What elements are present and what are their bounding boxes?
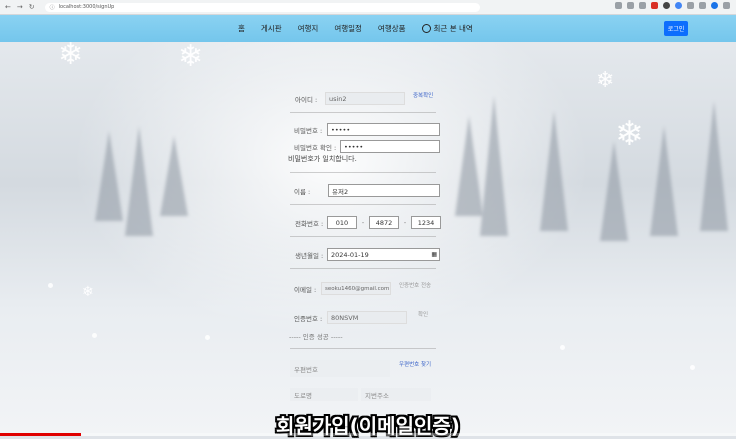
birthdate-value: 2024-01-19 — [331, 250, 369, 259]
name-input[interactable]: 유저2 — [328, 184, 440, 197]
extension-icon-2[interactable] — [663, 2, 670, 9]
address-text: localhost:3000/signUp — [58, 4, 115, 10]
tree-shape — [95, 131, 123, 221]
tree-shape — [160, 136, 188, 216]
extension-icon-3[interactable] — [675, 2, 682, 9]
divider — [290, 112, 436, 113]
id-check-link[interactable]: 중복확인 — [413, 91, 433, 99]
key-icon[interactable] — [615, 2, 622, 9]
profile-icon[interactable] — [711, 2, 718, 9]
tree-shape — [540, 111, 568, 231]
browser-nav: ← → ↻ — [5, 3, 35, 11]
snowflake-icon: ❄ — [82, 284, 94, 300]
clock-icon — [421, 24, 431, 33]
phone-row: 전화번호 : 010 - 4872 - 1234 — [295, 216, 441, 229]
code-input[interactable]: 80NSVM — [327, 311, 407, 324]
site-navbar: 홈 게시판 여행지 여행일정 여행상품 최근 본 내역 로그인 — [0, 15, 736, 42]
password-row: 비밀번호 : ••••• — [294, 123, 440, 136]
postcode-row: 우편번호 우편번호 찾기 — [290, 360, 431, 377]
name-row: 이름 : 유저2 — [294, 184, 440, 197]
snowflake-icon: ❄ — [615, 114, 644, 154]
site-info-icon[interactable]: ⓘ — [50, 4, 55, 11]
extension-bar — [615, 2, 730, 9]
snowflake-icon: ❄ — [596, 68, 615, 93]
address-bar[interactable]: ⓘ localhost:3000/signUp — [44, 2, 480, 12]
password-match-message: 비밀번호가 일치합니다. — [288, 155, 357, 163]
phone-part-3[interactable]: 1234 — [411, 216, 441, 229]
phone-separator: - — [361, 218, 365, 227]
password-confirm-row: 비밀번호 확인 : ••••• — [294, 140, 440, 153]
snowflake-icon: ❄ — [178, 39, 204, 74]
code-label: 인증번호 : — [294, 314, 323, 323]
menu-icon[interactable] — [723, 2, 730, 9]
nav-item-recent[interactable]: 최근 본 내역 — [421, 23, 473, 34]
id-input[interactable]: usin2 — [325, 92, 405, 105]
postcode-input[interactable]: 우편번호 — [290, 360, 390, 377]
code-confirm-link[interactable]: 확인 — [418, 310, 428, 318]
name-label: 이름 : — [294, 187, 311, 196]
nav-item-destinations[interactable]: 여행지 — [298, 23, 319, 34]
phone-part-1[interactable]: 010 — [327, 216, 357, 229]
reload-icon[interactable]: ↻ — [29, 3, 35, 11]
nav-item-home[interactable]: 홈 — [238, 23, 245, 34]
email-input[interactable]: seoku1460@gmail.com — [321, 282, 391, 295]
id-row: 아이디 : usin2 중복확인 — [295, 92, 433, 105]
birthdate-label: 생년월일 : — [295, 251, 324, 260]
nav-item-schedule[interactable]: 여행일정 — [334, 23, 362, 34]
password-input[interactable]: ••••• — [327, 123, 440, 136]
code-status-text: ----- 인증 성공 ----- — [289, 333, 343, 341]
birthdate-input[interactable]: 2024-01-19 ▦ — [327, 248, 440, 261]
snowflake-icon: ❄ — [58, 37, 84, 72]
sidepanel-icon[interactable] — [699, 2, 706, 9]
code-row: 인증번호 : 80NSVM 확인 — [294, 311, 428, 324]
star-icon[interactable] — [639, 2, 646, 9]
divider — [290, 236, 436, 237]
find-postcode-link[interactable]: 우편번호 찾기 — [399, 360, 431, 368]
send-code-link[interactable]: 인증번호 전송 — [399, 281, 431, 289]
nav-item-products[interactable]: 여행상품 — [378, 23, 406, 34]
code-status-row: ----- 인증 성공 ----- — [289, 331, 343, 341]
calendar-icon[interactable]: ▦ — [431, 251, 437, 258]
snow-dot — [48, 283, 53, 288]
divider — [290, 204, 436, 205]
email-row: 이메일 : seoku1460@gmail.com 인증번호 전송 — [294, 282, 431, 295]
password-label: 비밀번호 : — [294, 126, 323, 135]
tree-shape — [125, 126, 153, 236]
divider — [290, 268, 436, 269]
extension-icon[interactable] — [651, 2, 658, 9]
road-address-input[interactable]: 도로명 — [290, 388, 358, 401]
tree-shape — [600, 141, 628, 241]
browser-toolbar: ← → ↻ ⓘ localhost:3000/signUp — [0, 0, 736, 15]
password-confirm-input[interactable]: ••••• — [340, 140, 440, 153]
nav-menu: 홈 게시판 여행지 여행일정 여행상품 최근 본 내역 — [238, 23, 473, 34]
tree-shape — [700, 101, 728, 231]
email-label: 이메일 : — [294, 285, 317, 294]
back-icon[interactable]: ← — [5, 3, 11, 11]
tree-shape — [455, 116, 483, 216]
password-message-row: 비밀번호가 일치합니다. — [288, 154, 357, 164]
jibun-address-input[interactable]: 지번주소 — [361, 388, 431, 401]
divider — [290, 172, 436, 173]
forward-icon[interactable]: → — [17, 3, 23, 11]
password-confirm-label: 비밀번호 확인 : — [294, 143, 337, 152]
address-row: 도로명 지번주소 — [290, 388, 431, 401]
snow-dot — [205, 335, 210, 340]
id-label: 아이디 : — [295, 95, 318, 104]
translate-icon[interactable] — [627, 2, 634, 9]
birthdate-row: 생년월일 : 2024-01-19 ▦ — [295, 248, 440, 261]
phone-part-2[interactable]: 4872 — [369, 216, 399, 229]
login-button[interactable]: 로그인 — [664, 21, 688, 36]
phone-label: 전화번호 : — [295, 219, 324, 228]
puzzle-icon[interactable] — [687, 2, 694, 9]
snow-dot — [92, 333, 97, 338]
snow-dot — [560, 345, 565, 350]
snow-dot — [690, 365, 695, 370]
divider — [290, 348, 436, 349]
nav-item-board[interactable]: 게시판 — [261, 23, 282, 34]
tree-shape — [480, 96, 508, 236]
phone-separator: - — [403, 218, 407, 227]
nav-item-recent-label: 최근 본 내역 — [433, 24, 473, 33]
tree-shape — [650, 126, 678, 236]
